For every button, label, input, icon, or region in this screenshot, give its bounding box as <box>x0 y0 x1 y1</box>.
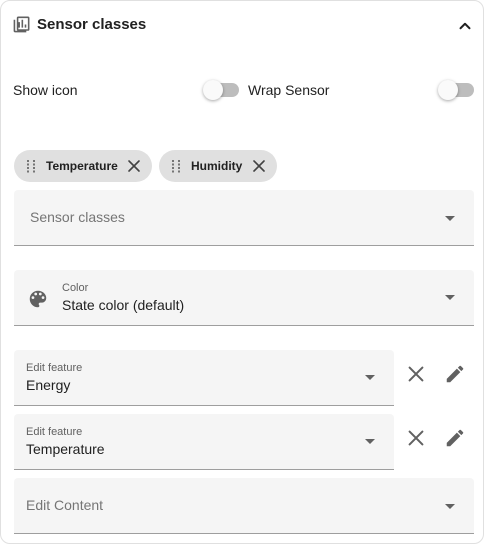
edit-content-placeholder: Edit Content <box>26 497 104 513</box>
edit-feature-temperature-pencil-icon[interactable] <box>444 427 466 449</box>
drag-handle-icon[interactable] <box>169 159 183 173</box>
show-icon-switch[interactable] <box>203 79 239 100</box>
sensor-classes-select[interactable]: Sensor classes <box>14 190 474 246</box>
dropdown-arrow-icon <box>445 504 455 509</box>
chart-box-icon <box>13 16 30 33</box>
close-icon[interactable] <box>126 158 142 174</box>
switch-thumb <box>203 80 223 100</box>
dropdown-arrow-icon <box>365 439 375 444</box>
chip-temperature[interactable]: Temperature <box>14 150 152 182</box>
sensor-classes-card: Sensor classes Show icon Wrap Sensor Tem… <box>0 0 484 544</box>
feature-value: Temperature <box>26 441 105 457</box>
color-value: State color (default) <box>62 297 185 313</box>
chevron-up-icon[interactable] <box>456 17 474 35</box>
close-icon[interactable] <box>251 158 267 174</box>
drag-handle-icon[interactable] <box>24 159 38 173</box>
edit-content-select[interactable]: Edit Content <box>14 478 474 534</box>
feature-select-temperature[interactable]: Edit feature Temperature <box>14 414 394 470</box>
palette-icon <box>29 290 47 308</box>
chip-humidity[interactable]: Humidity <box>159 150 277 182</box>
section-title: Sensor classes <box>37 16 147 33</box>
remove-feature-temperature-close-icon[interactable] <box>405 427 427 449</box>
feature-label: Edit feature <box>26 426 83 438</box>
dropdown-arrow-icon <box>445 216 455 221</box>
dropdown-arrow-icon <box>365 375 375 380</box>
remove-feature-energy-close-icon[interactable] <box>405 363 427 385</box>
feature-label: Edit feature <box>26 362 83 374</box>
wrap-sensor-switch[interactable] <box>438 79 474 100</box>
feature-select-energy[interactable]: Edit feature Energy <box>14 350 394 406</box>
feature-value: Energy <box>26 377 71 393</box>
edit-feature-energy-pencil-icon[interactable] <box>444 363 466 385</box>
sensor-classes-placeholder: Sensor classes <box>30 209 125 225</box>
color-select[interactable]: Color State color (default) <box>14 270 474 326</box>
dropdown-arrow-icon <box>445 295 455 300</box>
chip-label: Humidity <box>191 159 243 173</box>
switch-thumb <box>438 80 458 100</box>
wrap-sensor-label: Wrap Sensor <box>248 82 330 98</box>
show-icon-label: Show icon <box>13 82 78 98</box>
chip-label: Temperature <box>46 159 118 173</box>
color-label: Color <box>62 282 89 294</box>
